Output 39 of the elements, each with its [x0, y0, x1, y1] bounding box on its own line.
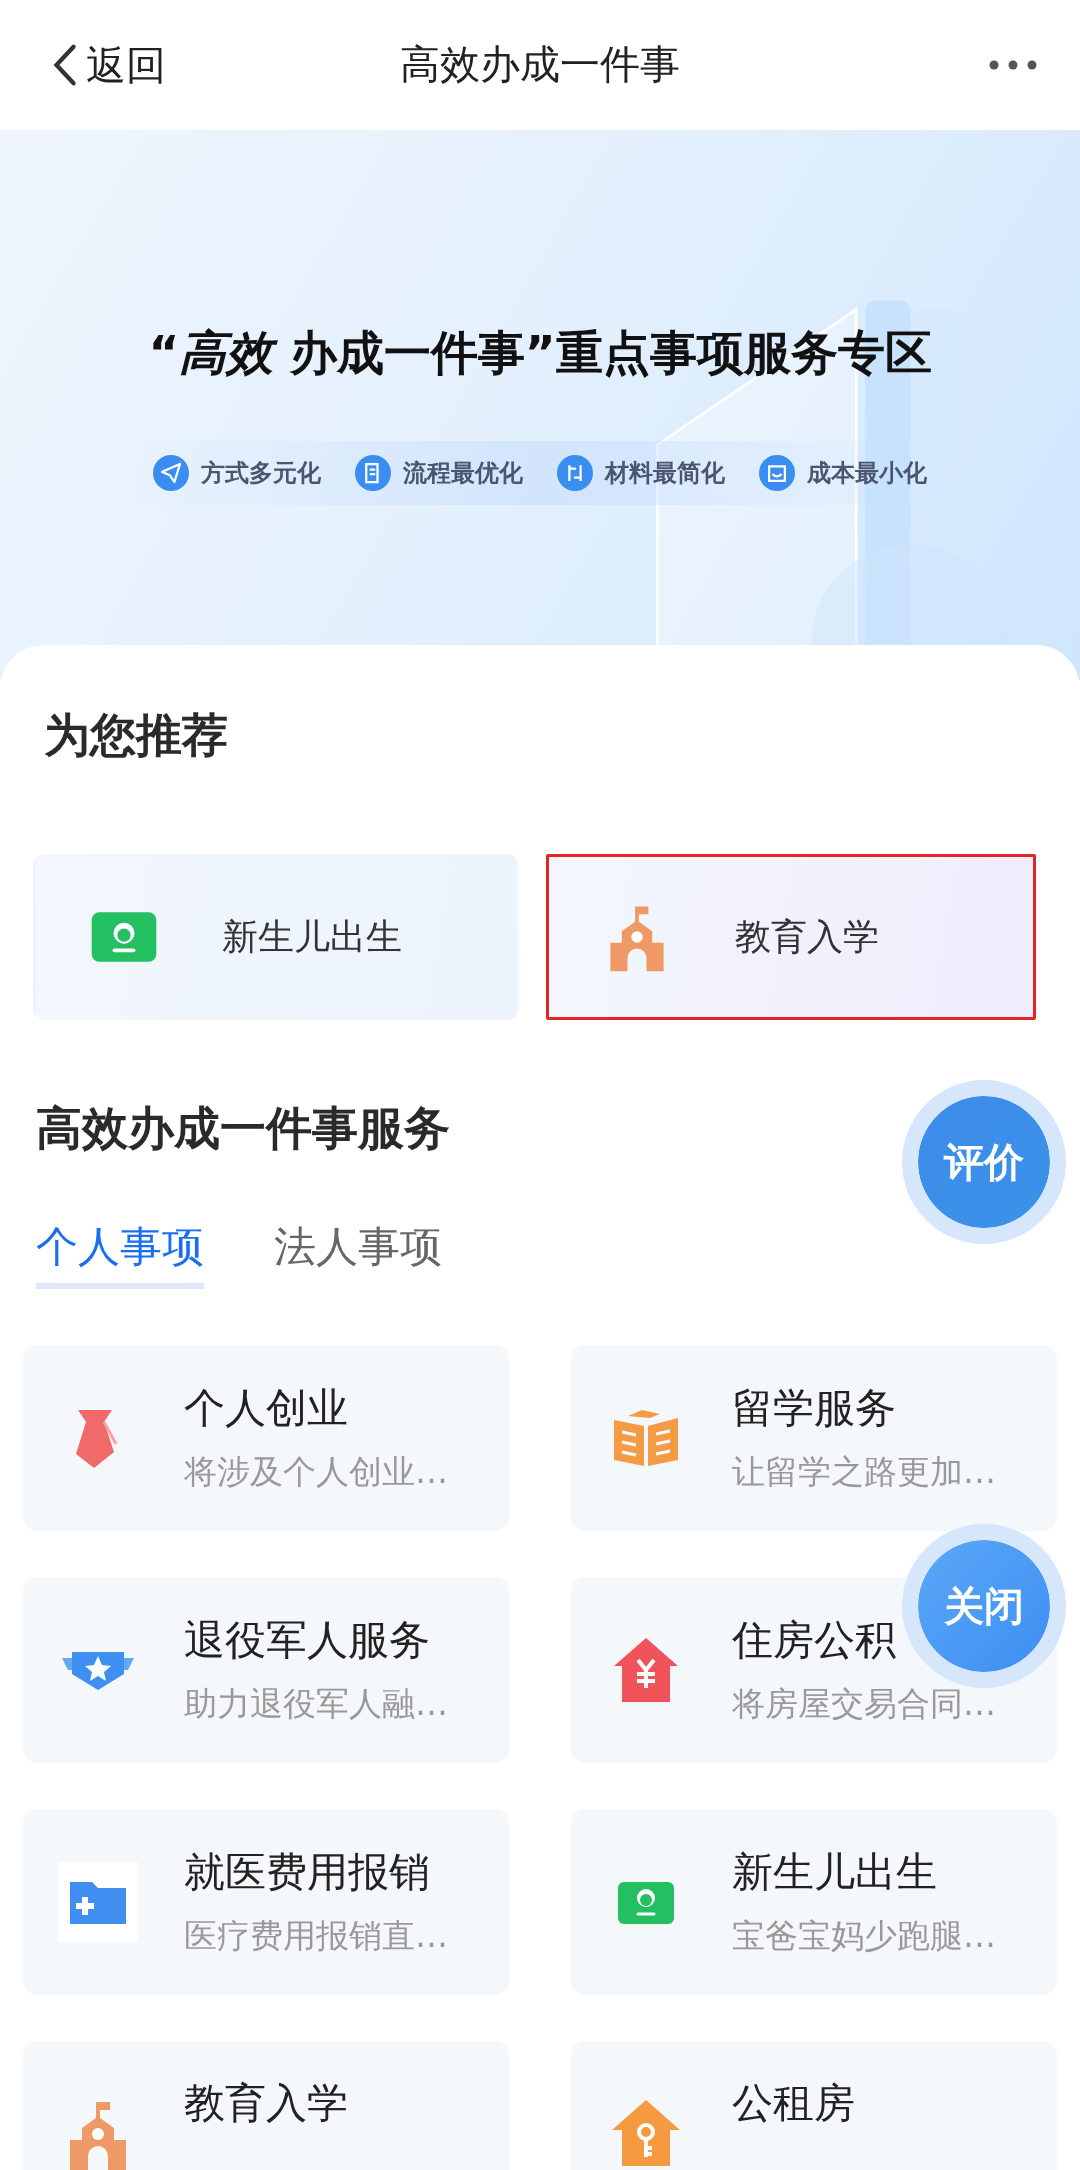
service-description: 宝爸宝妈少跑腿… — [732, 1915, 996, 1957]
section-title: 为您推荐 — [43, 707, 229, 764]
feature-label: 成本最小化 — [807, 458, 927, 489]
box-icon — [759, 455, 795, 491]
page-title: 高效办成一件事 — [400, 40, 680, 89]
service-description: 将涉及个人创业… — [184, 1451, 448, 1493]
service-title: 住房公积 — [732, 1615, 897, 1666]
feature-label: 方式多元化 — [201, 458, 321, 489]
service-title: 留学服务 — [732, 1383, 897, 1434]
back-button[interactable]: 返回 — [52, 37, 166, 93]
service-card[interactable]: 新生儿出生 宝爸宝妈少跑腿… — [571, 1809, 1057, 1995]
service-description: 助力退役军人融… — [184, 1683, 448, 1725]
recommend-card[interactable]: 教育入学 — [546, 854, 1036, 1020]
service-card[interactable]: 就医费用报销 医疗费用报销直… — [23, 1809, 509, 1995]
service-title: 公租房 — [732, 2078, 855, 2129]
service-title: 个人创业 — [184, 1383, 349, 1434]
section-title: 高效办成一件事服务 — [35, 1100, 451, 1157]
banner-headline: “高效 办成一件事”重点事项服务专区 — [148, 324, 932, 382]
recommend-card[interactable]: 新生儿出生 — [33, 854, 519, 1020]
service-title: 就医费用报销 — [184, 1847, 431, 1898]
category-tab[interactable]: 个人事项 — [36, 1219, 204, 1289]
medical-folder-icon — [58, 1862, 138, 1942]
service-card[interactable]: 教育入学 — [23, 2041, 509, 2170]
service-card[interactable]: 退役军人服务 助力退役军人融… — [23, 1577, 509, 1763]
service-title: 退役军人服务 — [184, 1615, 431, 1666]
service-card[interactable]: 个人创业 将涉及个人创业… — [23, 1345, 509, 1531]
feature-label: 材料最简化 — [605, 458, 725, 489]
service-card[interactable]: 公租房 — [571, 2041, 1057, 2170]
document-icon — [355, 455, 391, 491]
service-description: 医疗费用报销直… — [184, 1915, 448, 1957]
chevron-left-icon — [52, 43, 78, 87]
service-title: 教育入学 — [184, 2078, 348, 2129]
service-card[interactable]: 留学服务 让留学之路更加… — [571, 1345, 1057, 1531]
category-tab[interactable]: 法人事项 — [274, 1219, 442, 1289]
feature-label: 流程最优化 — [403, 458, 523, 489]
service-description: 让留学之路更加… — [732, 1451, 996, 1493]
more-icon[interactable] — [988, 59, 1038, 71]
service-title: 新生儿出生 — [732, 1847, 938, 1898]
paper-plane-icon — [153, 455, 189, 491]
